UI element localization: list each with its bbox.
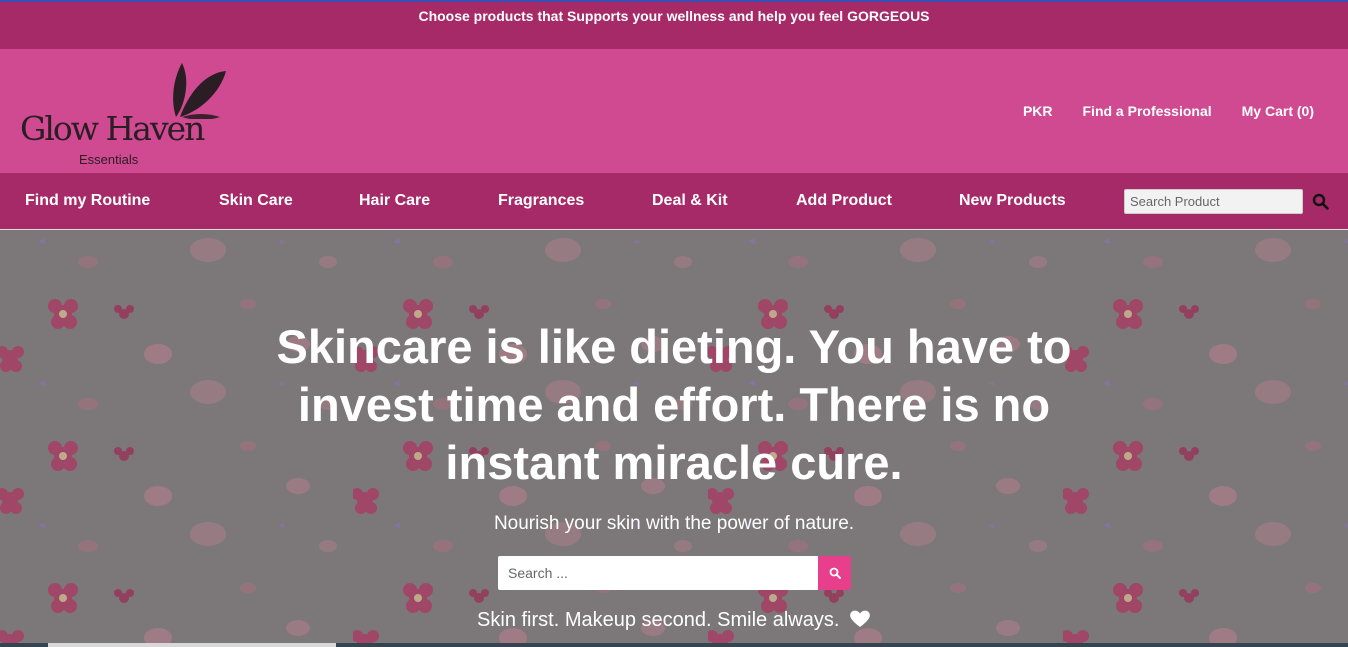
brand-logo[interactable]: Glow Haven Essentials [18, 57, 228, 167]
hero-subtitle: Nourish your skin with the power of natu… [493, 513, 855, 534]
site-header: Glow Haven Essentials PKR Find a Profess… [0, 49, 1348, 173]
hero-banner: Skincare is like dieting. You have to in… [0, 230, 1348, 647]
brand-name: Glow Haven [20, 109, 205, 148]
brand-subtitle: Essentials [79, 152, 139, 167]
nav-item-fragrances[interactable]: Fragrances [498, 192, 584, 210]
search-icon [829, 567, 841, 579]
nav-search-input[interactable] [1124, 189, 1303, 214]
nav-item-new-products[interactable]: New Products [959, 192, 1066, 210]
find-professional-link[interactable]: Find a Professional [1083, 103, 1212, 119]
nav-item-hair-care[interactable]: Hair Care [359, 192, 430, 210]
nav-item-add-product[interactable]: Add Product [796, 192, 892, 210]
nav-item-deal-kit[interactable]: Deal & Kit [652, 192, 728, 210]
search-icon[interactable] [1312, 193, 1329, 210]
hero-search-button[interactable] [818, 556, 851, 590]
heart-icon [850, 610, 870, 627]
hero-tagline-text: Skin first. Makeup second. Smile always. [477, 609, 840, 631]
nav-item-find-my-routine[interactable]: Find my Routine [25, 192, 150, 210]
currency-link[interactable]: PKR [1023, 103, 1053, 119]
nav-item-skin-care[interactable]: Skin Care [219, 192, 293, 210]
hero-search-input[interactable] [498, 556, 818, 590]
hero-title: Skincare is like dieting. You have to in… [276, 320, 1072, 489]
hero-tagline: Skin first. Makeup second. Smile always. [374, 609, 974, 632]
announcement-text: Choose products that Supports your welln… [418, 8, 930, 24]
header-links: PKR Find a Professional My Cart (0) [1023, 103, 1314, 119]
main-nav: Find my Routine Skin Care Hair Care Frag… [0, 173, 1348, 230]
cart-link[interactable]: My Cart (0) [1242, 103, 1314, 119]
announcement-bar: Choose products that Supports your welln… [0, 2, 1348, 49]
bottom-bar-highlight [48, 643, 336, 647]
